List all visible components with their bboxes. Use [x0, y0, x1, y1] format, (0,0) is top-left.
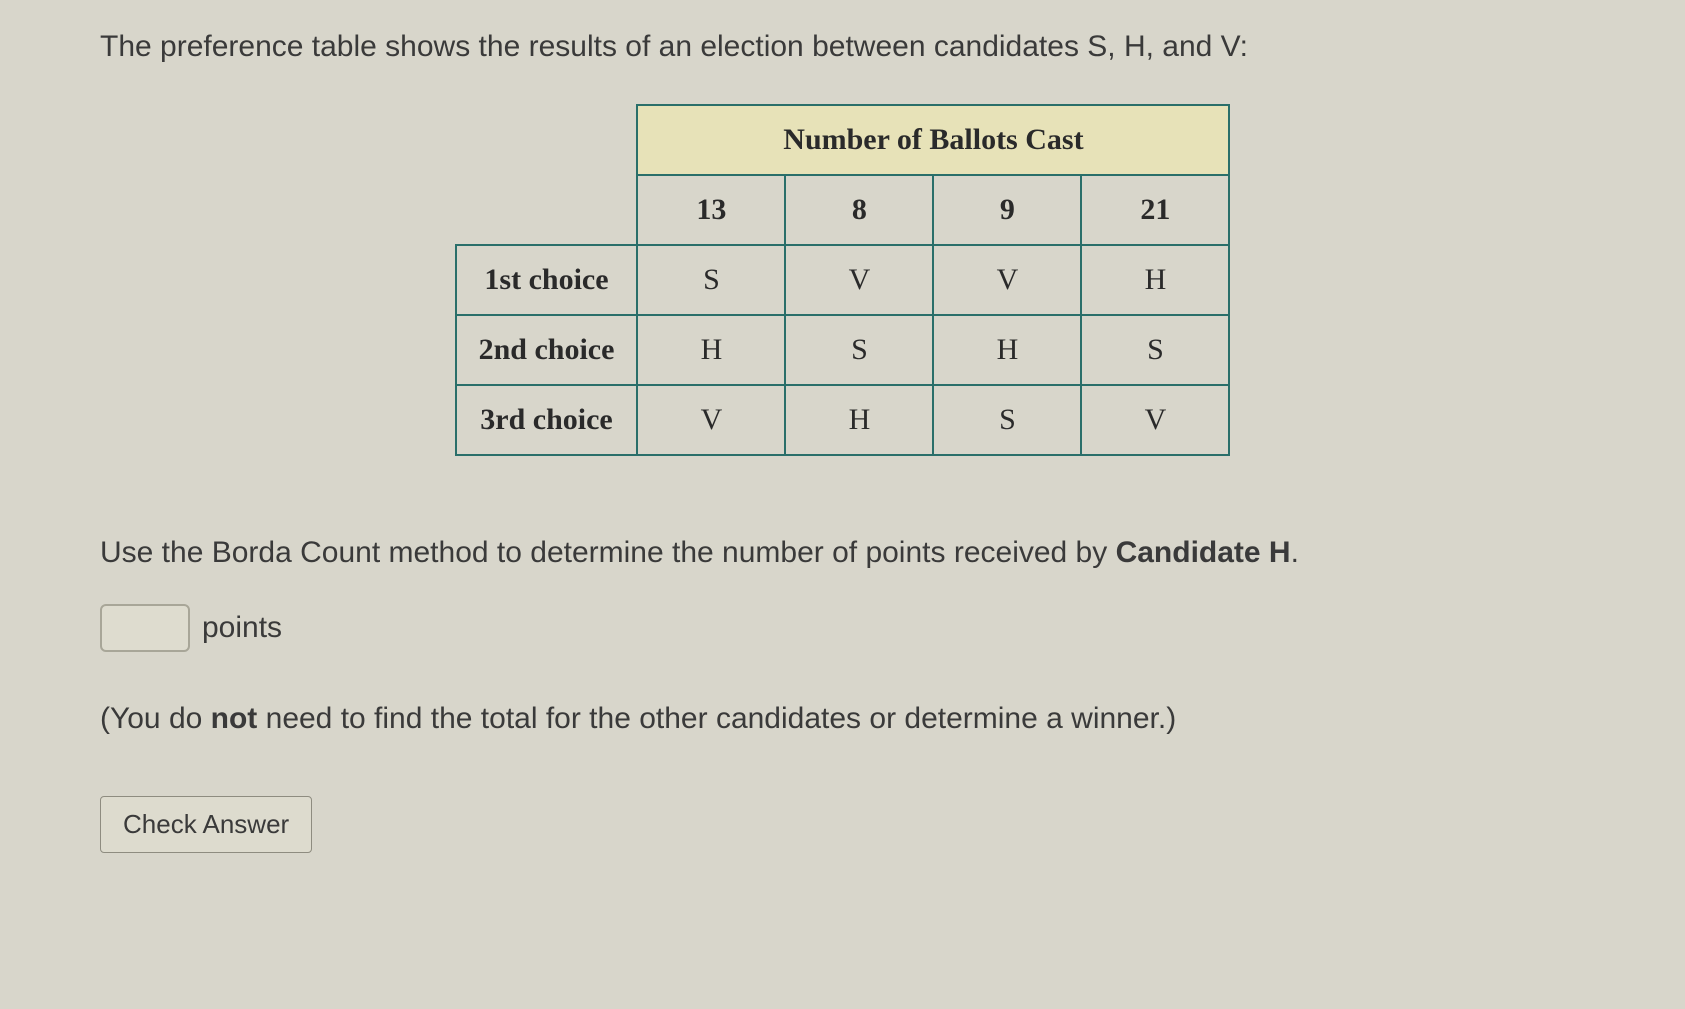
note-text: (You do not need to find the total for t… — [100, 702, 1585, 736]
answer-unit: points — [202, 611, 282, 645]
answer-row: points — [100, 604, 1585, 652]
row-label: 3rd choice — [456, 385, 638, 455]
col-count: 13 — [637, 175, 785, 245]
table-cell: V — [1081, 385, 1229, 455]
prompt-text: The preference table shows the results o… — [100, 30, 1585, 64]
table-row: 3rd choice V H S V — [456, 385, 1230, 455]
question-page: The preference table shows the results o… — [0, 0, 1685, 883]
note-bold: not — [211, 702, 258, 735]
col-count: 9 — [933, 175, 1081, 245]
answer-input[interactable] — [100, 604, 190, 652]
instruction-suffix: . — [1291, 536, 1299, 569]
table-cell: S — [1081, 315, 1229, 385]
table-cell: H — [785, 385, 933, 455]
blank-cell — [456, 175, 638, 245]
table-cell: V — [933, 245, 1081, 315]
preference-table: Number of Ballots Cast 13 8 9 21 1st cho… — [455, 104, 1231, 456]
col-count: 21 — [1081, 175, 1229, 245]
table-cell: V — [785, 245, 933, 315]
table-row: 2nd choice H S H S — [456, 315, 1230, 385]
note-prefix: (You do — [100, 702, 211, 735]
table-cell: S — [637, 245, 785, 315]
table-cell: S — [933, 385, 1081, 455]
table-cell: S — [785, 315, 933, 385]
instruction-text: Use the Borda Count method to determine … — [100, 536, 1585, 570]
col-count: 8 — [785, 175, 933, 245]
note-suffix: need to find the total for the other can… — [257, 702, 1176, 735]
instruction-bold: Candidate H — [1116, 536, 1291, 569]
table-header: Number of Ballots Cast — [637, 105, 1229, 175]
table-cell: H — [933, 315, 1081, 385]
table-cell: H — [1081, 245, 1229, 315]
row-label: 1st choice — [456, 245, 638, 315]
table-cell: H — [637, 315, 785, 385]
table-cell: V — [637, 385, 785, 455]
check-answer-button[interactable]: Check Answer — [100, 796, 312, 853]
instruction-prefix: Use the Borda Count method to determine … — [100, 536, 1116, 569]
blank-cell — [456, 105, 638, 175]
table-container: Number of Ballots Cast 13 8 9 21 1st cho… — [100, 104, 1585, 456]
table-row: 1st choice S V V H — [456, 245, 1230, 315]
row-label: 2nd choice — [456, 315, 638, 385]
